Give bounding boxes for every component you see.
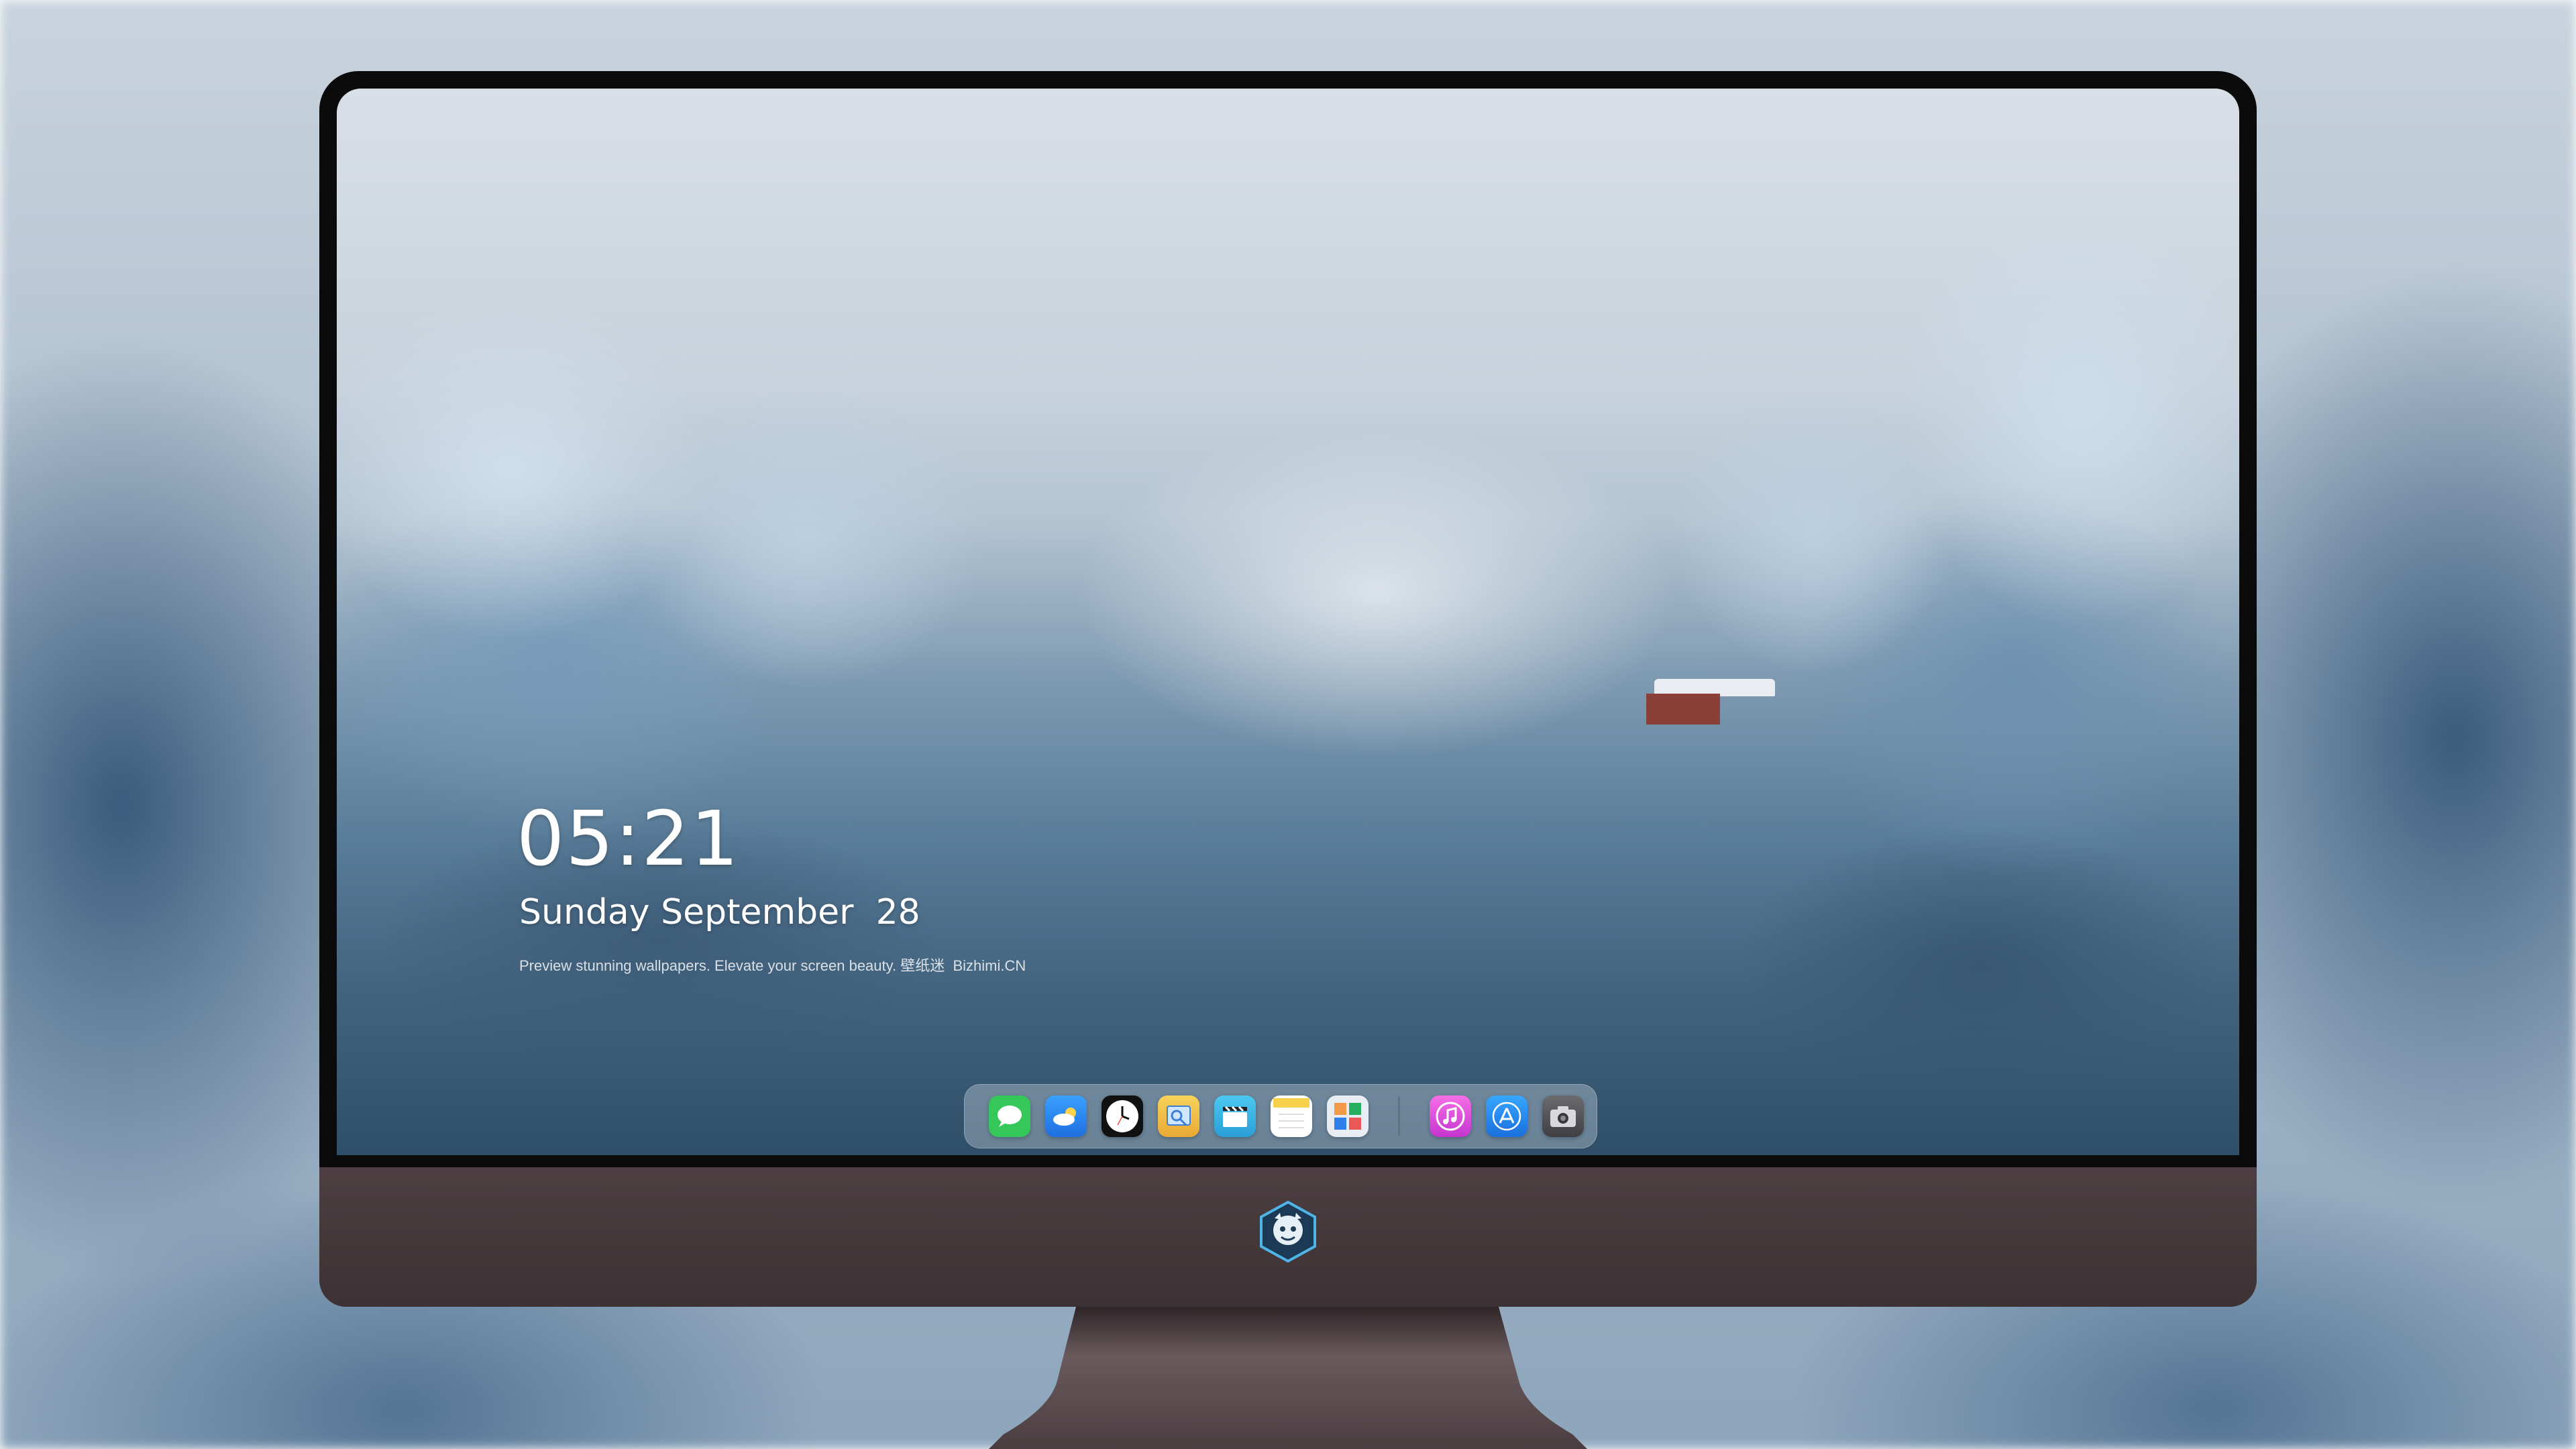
wallpaper-tagline: Preview stunning wallpapers. Elevate you…: [519, 957, 1026, 974]
dock: [964, 1084, 1597, 1148]
imac-monitor: 05:21 Sunday September 28 Preview stunni…: [319, 71, 2257, 1307]
monitor-stand: [989, 1307, 1587, 1449]
mascot-logo-icon: [1260, 1200, 1316, 1263]
desktop-screen: 05:21 Sunday September 28 Preview stunni…: [337, 89, 2239, 1155]
messages-icon[interactable]: [989, 1095, 1030, 1137]
weather-icon[interactable]: [1045, 1095, 1087, 1137]
camera-icon[interactable]: [1542, 1095, 1584, 1137]
clapper-icon[interactable]: [1214, 1095, 1256, 1137]
notes-icon[interactable]: [1271, 1095, 1312, 1137]
preview-icon[interactable]: [1158, 1095, 1199, 1137]
lock-screen-time: 05:21: [517, 796, 740, 883]
lock-screen-date: Sunday September 28: [519, 892, 920, 932]
clock-icon[interactable]: [1102, 1095, 1143, 1137]
wallpaper-cabin: [1641, 679, 1775, 726]
wallpaper-forest-right: [1477, 129, 2239, 1155]
music-icon[interactable]: [1430, 1095, 1471, 1137]
photos-grid-icon[interactable]: [1327, 1095, 1368, 1137]
dock-separator: [1398, 1097, 1400, 1136]
app-store-icon[interactable]: [1486, 1095, 1527, 1137]
